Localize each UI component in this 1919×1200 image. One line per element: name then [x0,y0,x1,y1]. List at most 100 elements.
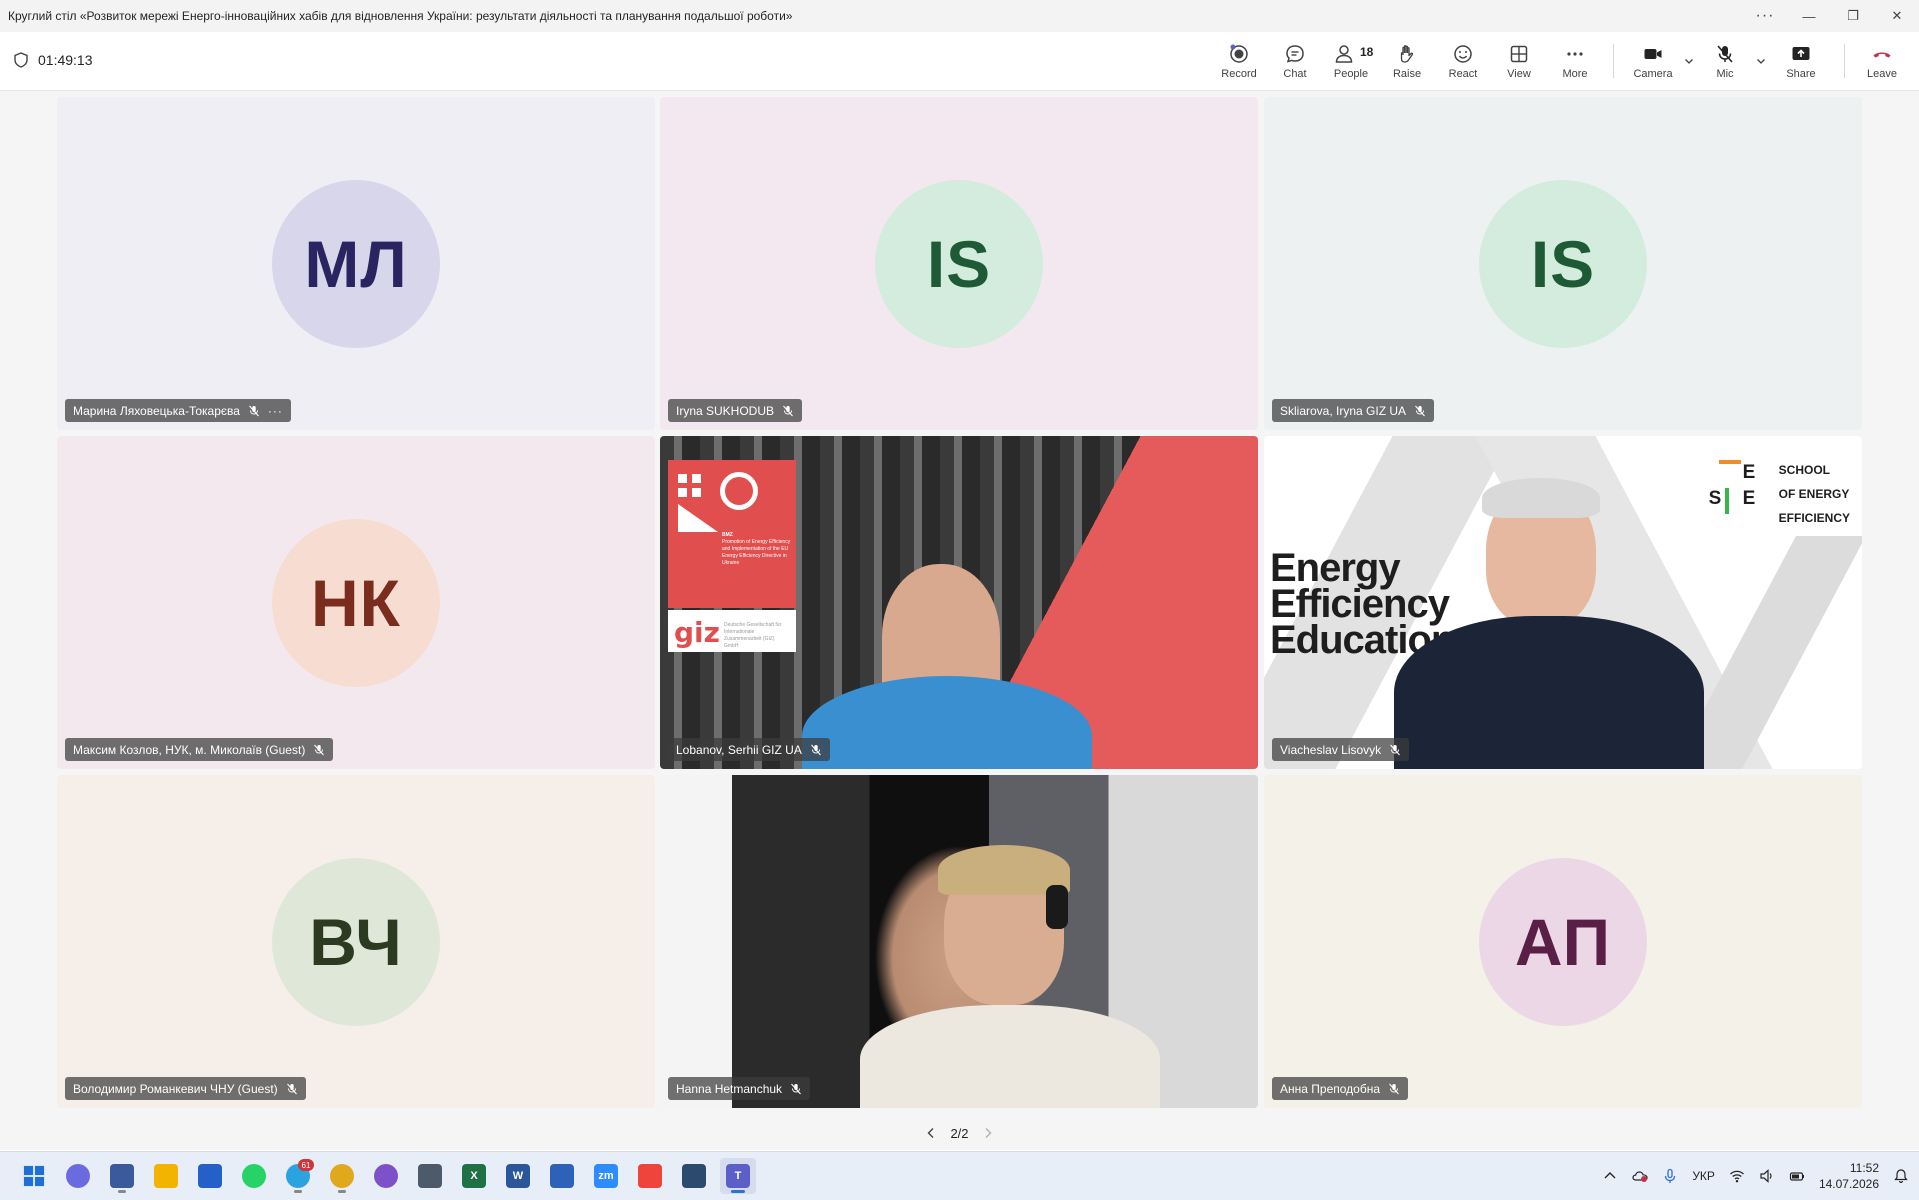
explorer-icon [154,1164,178,1188]
react-button[interactable]: React [1435,32,1491,90]
clock-time: 11:52 [1849,1161,1879,1175]
notification-bell-icon[interactable] [1893,1168,1909,1184]
toolbar-separator [1844,44,1845,78]
battery-icon[interactable] [1789,1168,1805,1184]
camera-options-button[interactable] [1682,32,1696,90]
taskbar-app-chrome[interactable] [324,1158,360,1194]
bmz-caption: BMZ Promotion of Energy Efficiency and Im… [722,532,791,566]
participant-name-tag: Lobanov, Serhii GIZ UA [668,738,830,761]
participant-shirt [1394,616,1704,769]
calculator-icon [418,1164,442,1188]
chevron-right-icon[interactable] [983,1127,993,1139]
taskbar-app-copilot[interactable] [60,1158,96,1194]
clock-date: 14.07.2026 [1818,1177,1879,1191]
mic-off-icon [1389,1083,1399,1094]
taskbar-app-save[interactable] [192,1158,228,1194]
participant-name-tag: Iryna SUKHODUB [668,399,803,422]
raise-hand-button[interactable]: Raise [1379,32,1435,90]
share-button[interactable]: Share [1768,32,1834,90]
record-icon [1230,44,1248,63]
participant-name-tag: Анна Преподобна [1272,1077,1408,1100]
minimize-button[interactable]: — [1787,0,1831,32]
record-button[interactable]: Record [1211,32,1267,90]
participant-hair [1482,478,1600,518]
taskbar-app-globe[interactable] [676,1158,712,1194]
close-button[interactable]: ✕ [1875,0,1919,32]
taskbar-app-word[interactable]: W [500,1158,536,1194]
more-dots-icon [1567,51,1583,56]
headset-icon [1046,885,1068,929]
participant-name: Володимир Романкевич ЧНУ (Guest) [73,1081,278,1096]
participant-name-tag: Максим Козлов, НУК, м. Миколаїв (Guest) [65,738,334,761]
mic-off-icon [791,1083,801,1094]
zoom-icon: zm [594,1164,618,1188]
leave-button[interactable]: Leave [1855,32,1909,90]
chrome-icon [330,1164,354,1188]
taskbar-app-whatsapp[interactable] [236,1158,272,1194]
system-tray: УКР 11:52 14.07.2026 [1602,1152,1909,1200]
mic-button[interactable]: Mic [1696,32,1754,90]
running-indicator [731,1190,745,1193]
taskbar-app-zoom[interactable]: zm [588,1158,624,1194]
more-button[interactable]: More [1547,32,1603,90]
participant-name: Hanna Hetmanchuk [676,1081,783,1096]
taskbar-app-sketch[interactable] [544,1158,580,1194]
taskbar-app-cleanup[interactable] [104,1158,140,1194]
taskbar-app-explorer[interactable] [148,1158,184,1194]
mic-off-icon [1415,405,1425,416]
volume-icon[interactable] [1759,1168,1775,1184]
smiley-icon [1454,44,1472,63]
meeting-toolbar: 01:49:13 Record Chat 18 People Raise Rea… [0,32,1919,91]
taskbar-app-viber[interactable] [368,1158,404,1194]
participant-tile[interactable]: IS Skliarova, Iryna GIZ UA [1264,97,1862,430]
participant-tile[interactable]: АП Анна Преподобна [1264,775,1862,1108]
participant-name: Viacheslav Lisovyk [1280,742,1382,757]
view-button[interactable]: View [1491,32,1547,90]
toolbar-separator [1613,44,1614,78]
participant-tile[interactable]: НК Максим Козлов, НУК, м. Миколаїв (Gues… [57,436,655,769]
people-count: 18 [1360,45,1374,59]
input-language[interactable]: УКР [1692,1169,1715,1183]
participant-video-tile[interactable]: Hanna Hetmanchuk [660,775,1258,1108]
teams-icon: T [726,1164,750,1188]
taskbar-app-telegram[interactable]: 61 [280,1158,316,1194]
window-title: Круглий стіл «Розвиток мережі Енерго-інн… [8,9,793,23]
microphone-icon[interactable] [1662,1168,1678,1184]
taskbar-app-calculator[interactable] [412,1158,448,1194]
shield-icon [14,52,28,68]
participant-tile[interactable]: ВЧ Володимир Романкевич ЧНУ (Guest) [57,775,655,1108]
participant-tile[interactable]: МЛ Марина Ляховецька-Токарєва ··· [57,97,655,430]
ese-logo-mark: E S E [1709,458,1769,518]
participant-tile[interactable]: IS Iryna SUKHODUB [660,97,1258,430]
onedrive-icon[interactable] [1632,1168,1648,1184]
share-screen-icon [1792,46,1810,60]
gallery-pager: 2/2 [0,1124,1919,1142]
people-button[interactable]: 18 People [1323,32,1379,90]
mic-options-button[interactable] [1754,32,1768,90]
globe-icon [682,1164,706,1188]
bmz-circle-mark [720,472,758,510]
camera-button[interactable]: Camera [1624,32,1682,90]
window-more-button[interactable]: ··· [1743,0,1787,32]
restore-button[interactable]: ❐ [1831,0,1875,32]
chevron-left-icon[interactable] [926,1127,936,1139]
participant-video-tile[interactable]: Energy Efficiency Education E S E SCHOOL… [1264,436,1862,769]
wifi-icon[interactable] [1729,1168,1745,1184]
chevron-down-icon [1685,59,1693,64]
taskbar-app-teams[interactable]: T [720,1158,756,1194]
system-clock[interactable]: 11:52 14.07.2026 [1819,1160,1879,1192]
chevron-up-icon[interactable] [1602,1168,1618,1184]
taskbar-app-start[interactable] [16,1158,52,1194]
cleanup-icon [110,1164,134,1188]
taskbar-app-excel[interactable]: X [456,1158,492,1194]
participant-more-button[interactable]: ··· [268,404,283,418]
participant-shirt [802,676,1092,769]
participant-video-tile[interactable]: BMZ Promotion of Energy Efficiency and Im… [660,436,1258,769]
participant-avatar: НК [272,518,440,687]
taskbar-app-anydesk[interactable] [632,1158,668,1194]
page-indicator: 2/2 [950,1125,969,1141]
participant-avatar: МЛ [272,179,440,348]
chat-button[interactable]: Chat [1267,32,1323,90]
mic-off-icon [249,405,259,416]
mic-off-icon [1717,44,1733,63]
